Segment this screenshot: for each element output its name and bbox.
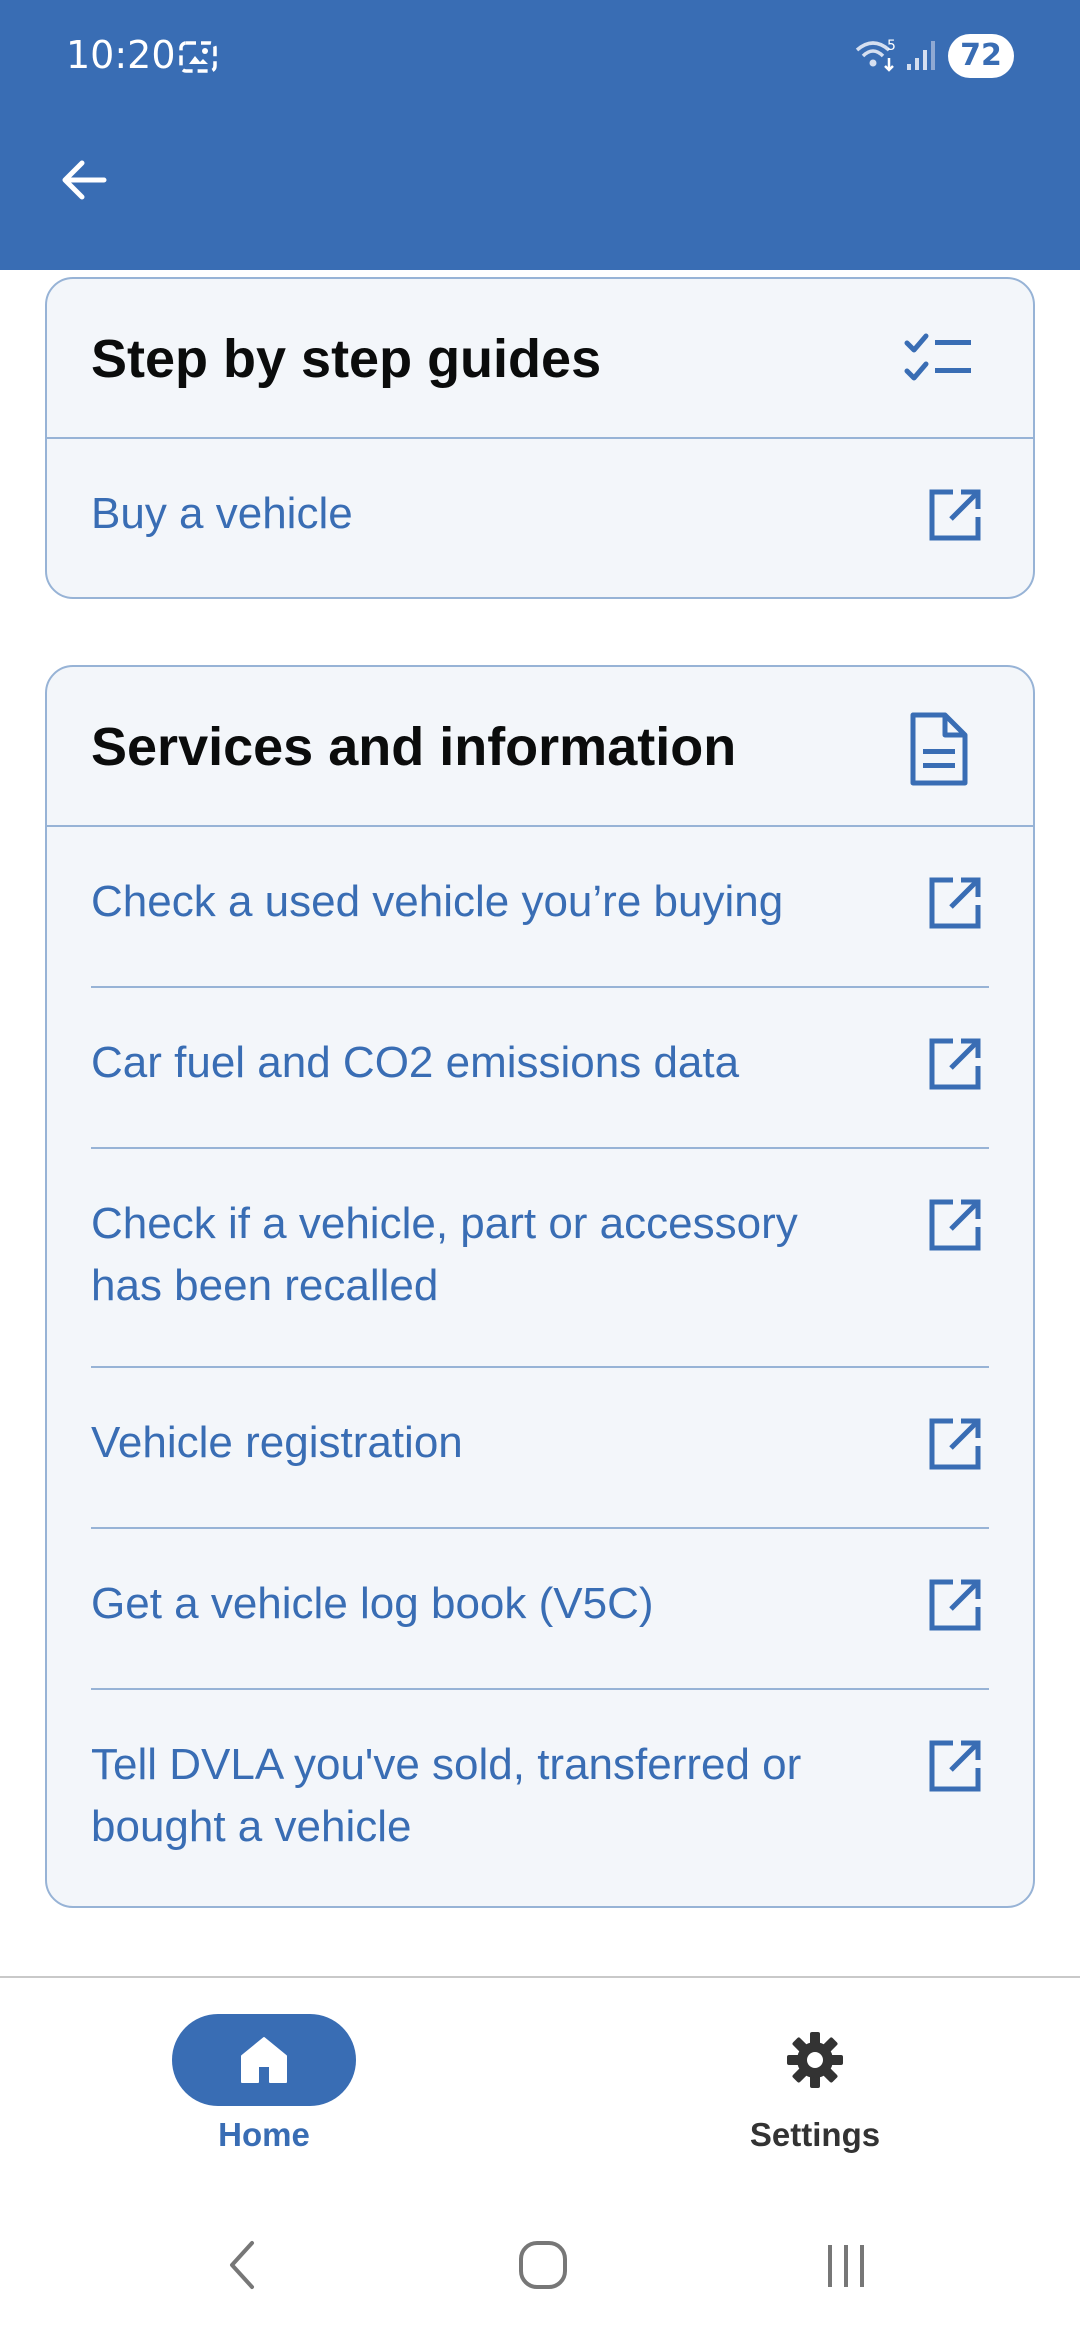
- services-card: Services and information Check a used ve…: [45, 665, 1035, 1908]
- services-title: Services and information: [91, 717, 737, 777]
- home-circle-icon: [519, 2241, 567, 2289]
- link-label: Check a used vehicle you’re buying: [91, 877, 784, 926]
- link-label: Vehicle registration: [91, 1418, 463, 1467]
- external-link-icon: [929, 1579, 981, 1631]
- wifi-icon: 5: [855, 38, 896, 72]
- external-link-icon: [929, 1418, 981, 1470]
- nav-home-indicator: [172, 2014, 356, 2106]
- link-vehicle-recalled[interactable]: Check if a vehicle, part or accessory ha…: [91, 1149, 989, 1368]
- arrow-left-icon: [62, 160, 107, 200]
- external-link-icon: [929, 1740, 981, 1792]
- step-guides-header: Step by step guides: [47, 279, 1033, 439]
- external-link-icon: [929, 1038, 981, 1090]
- services-header: Services and information: [47, 667, 1033, 827]
- nav-home-label: Home: [218, 2116, 310, 2153]
- signal-icon: [907, 41, 935, 70]
- home-icon: [241, 2037, 287, 2083]
- nav-settings[interactable]: Settings: [685, 1978, 945, 2192]
- document-icon: [910, 712, 968, 786]
- back-icon: [230, 2241, 254, 2289]
- recents-icon: [828, 2245, 864, 2287]
- link-check-used-vehicle[interactable]: Check a used vehicle you’re buying: [91, 827, 989, 988]
- bottom-navigation: Home Settings: [0, 1976, 1080, 2190]
- external-link-icon: [929, 489, 981, 541]
- nav-settings-label: Settings: [749, 2116, 881, 2153]
- link-label: Check if a vehicle, part or accessory ha…: [91, 1199, 798, 1310]
- link-log-book[interactable]: Get a vehicle log book (V5C): [91, 1529, 989, 1690]
- link-fuel-emissions[interactable]: Car fuel and CO2 emissions data: [91, 988, 989, 1149]
- svg-text:5: 5: [887, 38, 896, 54]
- gear-icon: [787, 2032, 843, 2088]
- step-guides-card: Step by step guides Buy a vehicle: [45, 277, 1035, 599]
- link-label: Get a vehicle log book (V5C): [91, 1579, 654, 1628]
- system-home-button[interactable]: [503, 2230, 583, 2300]
- link-tell-dvla[interactable]: Tell DVLA you've sold, transferred or bo…: [91, 1690, 989, 1906]
- step-guides-title: Step by step guides: [91, 329, 602, 389]
- link-vehicle-registration[interactable]: Vehicle registration: [91, 1368, 989, 1529]
- system-navigation-bar: [0, 2190, 1080, 2340]
- photo-icon: [179, 41, 217, 73]
- system-back-button[interactable]: [202, 2230, 282, 2300]
- status-time: 10:20: [66, 33, 176, 77]
- link-label: Car fuel and CO2 emissions data: [91, 1038, 740, 1087]
- battery-indicator: 72: [948, 34, 1014, 78]
- checklist-icon: [904, 333, 971, 381]
- app-bar: 10:20 5 72: [0, 0, 1080, 270]
- external-link-icon: [929, 1199, 981, 1251]
- nav-home[interactable]: Home: [134, 1978, 394, 2192]
- back-button[interactable]: [44, 140, 124, 220]
- link-buy-a-vehicle[interactable]: Buy a vehicle: [91, 439, 989, 597]
- link-label: Tell DVLA you've sold, transferred or bo…: [91, 1740, 802, 1851]
- link-label: Buy a vehicle: [91, 489, 353, 538]
- system-recents-button[interactable]: [806, 2230, 886, 2300]
- external-link-icon: [929, 877, 981, 929]
